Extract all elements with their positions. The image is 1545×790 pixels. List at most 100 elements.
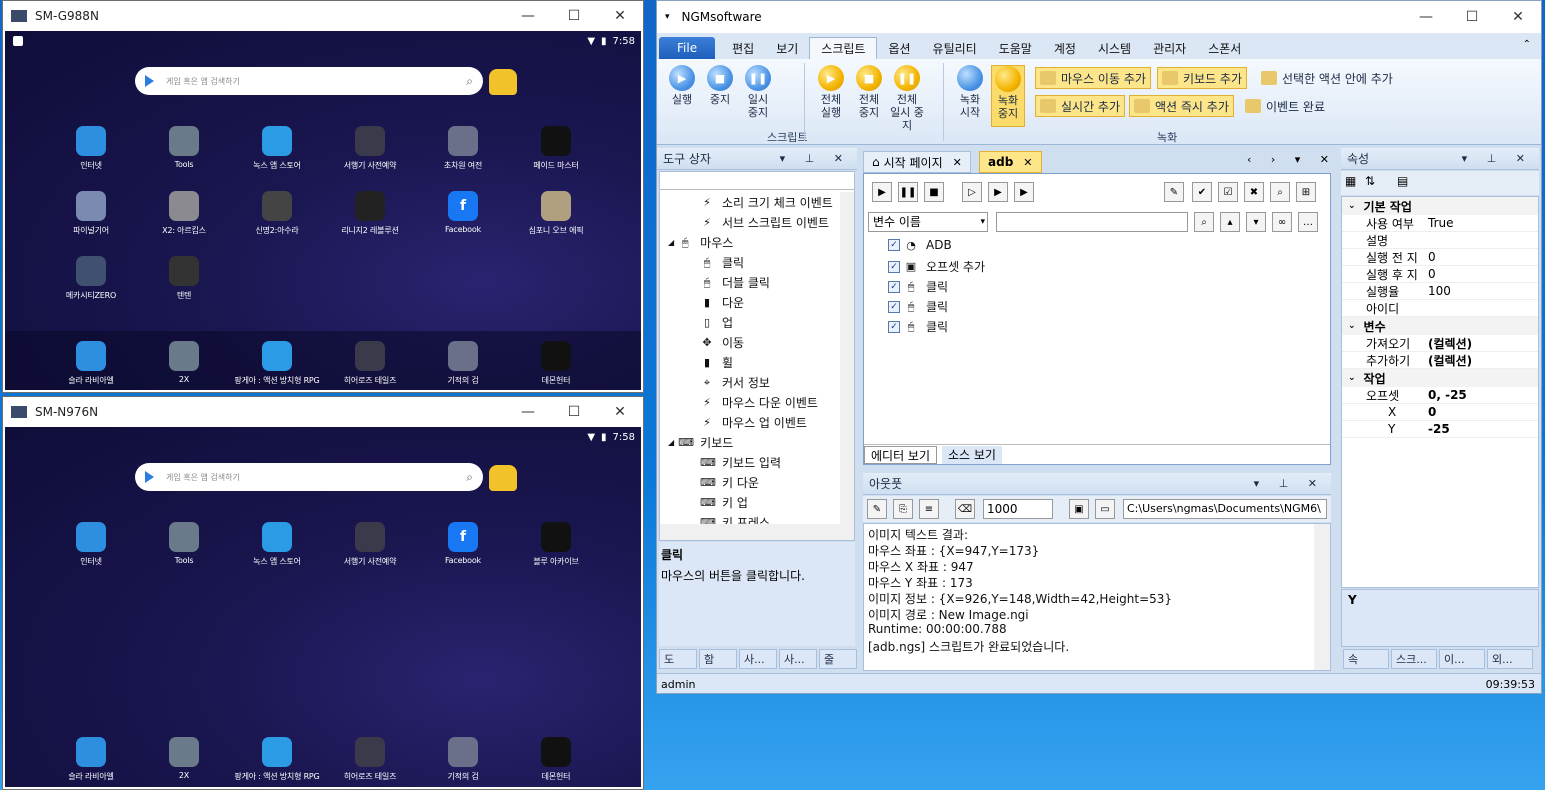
add-in-selected-action-button[interactable]: 선택한 액션 안에 추가 (1257, 67, 1397, 89)
toolbox-bottom-tab[interactable]: 함 (699, 649, 737, 669)
app-icon[interactable]: Tools (139, 522, 229, 565)
toolbox-item[interactable]: ⌨ 키보드 입력 (700, 454, 781, 471)
script-node[interactable]: ✓ ◔ ADB (888, 238, 952, 252)
toolbox-bottom-tab[interactable]: 도 (659, 649, 697, 669)
property-row[interactable]: 설명 (1342, 232, 1538, 249)
app-icon[interactable]: 녹스 앱 스토어 (232, 522, 322, 567)
clear-icon[interactable]: ✎ (867, 499, 887, 519)
collapse-ribbon-icon[interactable]: ⌃ (1523, 39, 1531, 50)
ribbon-tab[interactable]: 유틸리티 (922, 37, 988, 59)
app-icon[interactable]: 서행기 사전예약 (325, 126, 415, 171)
toolbox-item[interactable]: ▮ 다운 (700, 294, 744, 311)
record-stop-button[interactable]: 녹화 중지 (991, 65, 1025, 127)
expand-icon[interactable]: ◢ (668, 438, 674, 447)
maximize-button[interactable]: ☐ (1449, 2, 1495, 32)
pause-icon[interactable]: ❚❚ (898, 182, 918, 202)
copy-icon[interactable]: ⎘ (893, 499, 913, 519)
ribbon-tab[interactable]: 시스템 (1087, 37, 1142, 59)
run-all-button[interactable]: ▶ 전체 실행 (811, 65, 851, 119)
app-icon[interactable]: 인터넷 (46, 522, 136, 567)
wrap-icon[interactable]: ≡ (919, 499, 939, 519)
folder-icon[interactable]: ▭ (1095, 499, 1115, 519)
app-icon[interactable]: 데몬헌터 (511, 737, 601, 782)
ribbon-tab[interactable]: 보기 (765, 37, 809, 59)
find-icon[interactable]: ⌕ (1270, 182, 1290, 202)
collapse-icon[interactable]: ⌄ (1348, 321, 1356, 331)
app-icon[interactable]: 텐텐 (139, 256, 229, 301)
app-icon[interactable]: Tools (139, 126, 229, 169)
toolbox-item[interactable]: ◢ ⌨ 키보드 (668, 434, 733, 451)
arrow-up-icon[interactable]: ▴ (1220, 212, 1240, 232)
property-row[interactable]: 실행 후 지 0 (1342, 266, 1538, 283)
toolbox-item[interactable]: ◢ 🖱 마우스 (668, 234, 733, 251)
check-icon[interactable]: ☑ (1218, 182, 1238, 202)
arrow-down-icon[interactable]: ▾ (1246, 212, 1266, 232)
property-row[interactable]: 사용 여부 True (1342, 215, 1538, 232)
ribbon-tab[interactable]: 도움말 (988, 37, 1043, 59)
app-icon[interactable]: 기적의 검 (418, 341, 508, 386)
eraser-icon[interactable]: ⌫ (955, 499, 975, 519)
add-realtime-button[interactable]: 실시간 추가 (1035, 95, 1126, 117)
ribbon-tab[interactable]: 스크립트 (809, 37, 878, 59)
toolbox-bottom-tab[interactable]: 사... (739, 649, 777, 669)
app-icon[interactable]: X2: 아르킵스 (139, 191, 229, 236)
frame-icon[interactable]: ▶ (1014, 182, 1034, 202)
add-action-now-button[interactable]: 액션 즉시 추가 (1129, 95, 1234, 117)
app-icon[interactable]: 히어로즈 테일즈 (325, 341, 415, 386)
close-tab-icon[interactable]: ✕ (953, 156, 962, 169)
toolbox-item[interactable]: ▯ 업 (700, 314, 733, 331)
stop-icon[interactable]: ■ (924, 182, 944, 202)
script-node[interactable]: ✓ 🖱 클릭 (888, 278, 948, 295)
properties-bottom-tab[interactable]: 외... (1487, 649, 1533, 669)
app-icon[interactable]: 리니지2 레볼루션 (325, 191, 415, 236)
categorized-icon[interactable]: ▦ (1345, 174, 1356, 188)
property-row[interactable]: 추가하기 (컬렉션) (1342, 352, 1538, 369)
node-checkbox[interactable]: ✓ (888, 280, 900, 293)
path-input[interactable]: C:\Users\ngmas\Documents\NGM6\ (1123, 499, 1327, 519)
ribbon-tab[interactable]: File (659, 37, 716, 59)
script-node[interactable]: ✓ 🖱 클릭 (888, 298, 948, 315)
property-row[interactable]: 가져오기 (컬렉션) (1342, 335, 1538, 352)
property-row[interactable]: 실행율 100 (1342, 283, 1538, 300)
android-screen[interactable]: ▼ ▮ 7:58 게임 혹은 앱 검색하기 ⌕ 인터넷 Tools 녹스 앱 스토어… (5, 31, 641, 390)
add-keyboard-button[interactable]: 키보드 추가 (1157, 67, 1248, 89)
app-icon[interactable]: 녹스 앱 스토어 (232, 126, 322, 171)
emulator-window-bottom[interactable]: SM-N976N — ☐ ✕ ▼ ▮ 7:58 게임 혹은 앱 검색하기 ⌕ 인… (2, 396, 644, 790)
close-tab-icon[interactable]: ✕ (1023, 156, 1032, 169)
android-screen[interactable]: ▼ ▮ 7:58 게임 혹은 앱 검색하기 ⌕ 인터넷 Tools 녹스 앱 스토어… (5, 427, 641, 787)
save-icon[interactable]: ▣ (1069, 499, 1089, 519)
document-tab[interactable]: ⌂ 시작 페이지 ✕ (863, 151, 971, 173)
search-icon[interactable]: ⌕ (466, 74, 473, 89)
maximize-button[interactable]: ☐ (551, 1, 597, 31)
node-checkbox[interactable]: ✓ (888, 300, 900, 313)
property-category[interactable]: ⌄ 기본 작업 (1342, 197, 1538, 215)
node-checkbox[interactable]: ✓ (888, 320, 900, 333)
app-icon[interactable]: 기적의 검 (418, 737, 508, 782)
app-icon[interactable]: 2X (139, 341, 229, 384)
app-icon[interactable]: 블루 아카이브 (511, 522, 601, 567)
ribbon-tab[interactable]: 스폰서 (1197, 37, 1252, 59)
pause-all-button[interactable]: ❚❚ 전체 일시 중지 (887, 65, 927, 132)
toolbox-item[interactable]: ✥ 이동 (700, 334, 744, 351)
pane-controls[interactable]: ▾ ⊥ ✕ (1462, 152, 1533, 165)
toolbox-item[interactable]: ⚡ 마우스 다운 이벤트 (700, 394, 818, 411)
stop-button[interactable]: ■ 중지 (705, 65, 735, 106)
app-icon[interactable]: 심포니 오브 에픽 (511, 191, 601, 236)
property-category[interactable]: ⌄ 변수 (1342, 317, 1538, 335)
app-icon[interactable]: 팡게아 : 액션 방치형 RPG (232, 737, 322, 782)
emulator-window-top[interactable]: SM-G988N — ☐ ✕ ▼ ▮ 7:58 게임 혹은 앱 검색하기 ⌕ 인… (2, 0, 644, 393)
doc-nav-icons[interactable]: ‹ › ▾ ✕ (1247, 153, 1337, 166)
toolbox-item[interactable]: ⚡ 서브 스크립트 이벤트 (700, 214, 829, 231)
vertical-scrollbar[interactable] (1314, 524, 1330, 670)
properties-grid[interactable]: ⌄ 기본 작업 사용 여부 True 설명 실행 전 지 0 실행 후 지 0 실행율 100 아이디… (1341, 196, 1539, 588)
search-icon[interactable]: ⌕ (1194, 212, 1214, 232)
property-category[interactable]: ⌄ 작업 (1342, 369, 1538, 387)
vertical-scrollbar[interactable] (840, 192, 854, 524)
node-checkbox[interactable]: ✓ (888, 260, 900, 273)
close-button[interactable]: ✕ (597, 1, 643, 31)
minimize-button[interactable]: — (505, 397, 551, 427)
ribbon-tab[interactable]: 관리자 (1142, 37, 1197, 59)
app-icon[interactable]: 슬라 라비아엘 (46, 341, 136, 386)
pause-button[interactable]: ❚❚ 일시 중지 (743, 65, 773, 119)
document-tab[interactable]: adb ✕ (979, 151, 1042, 173)
